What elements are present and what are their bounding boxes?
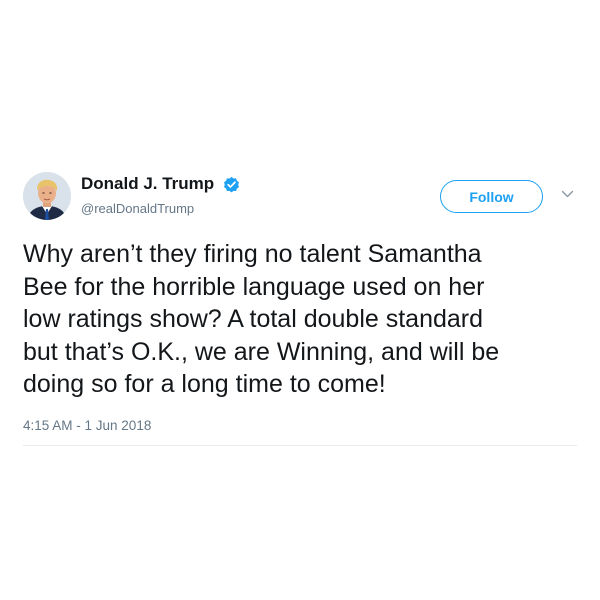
author-display-name[interactable]: Donald J. Trump	[81, 174, 214, 194]
tweet-timestamp[interactable]: 4:15 AM - 1 Jun 2018	[23, 418, 151, 434]
tweet-text: Why aren’t they firing no talent Samanth…	[23, 240, 500, 398]
follow-button[interactable]: Follow	[440, 180, 543, 213]
verified-badge-icon	[222, 175, 241, 194]
chevron-down-icon[interactable]	[561, 190, 574, 199]
avatar[interactable]	[23, 172, 71, 220]
divider	[23, 445, 577, 446]
profile-photo-icon	[23, 172, 71, 220]
tweet-card: Donald J. Trump @realDonaldTrump Follow …	[0, 0, 600, 600]
author-handle[interactable]: @realDonaldTrump	[81, 201, 194, 217]
